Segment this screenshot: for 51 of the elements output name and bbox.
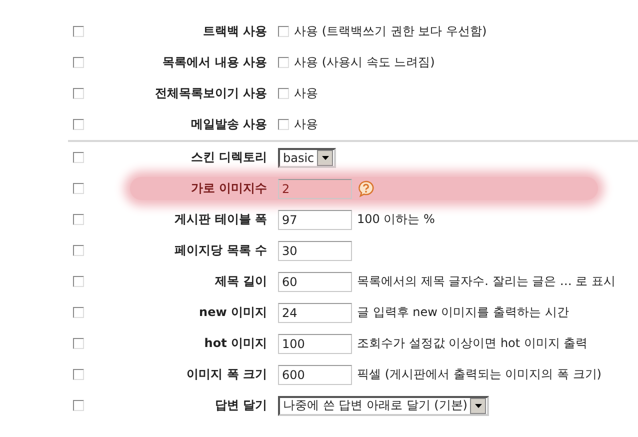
field-note: 글 입력후 new 이미지를 출력하는 시간 <box>357 304 569 321</box>
text-field[interactable]: 97 <box>278 210 352 230</box>
field-label: 페이지당 목록 수 <box>174 242 267 259</box>
checkbox[interactable] <box>73 119 84 130</box>
caret-icon <box>322 156 329 160</box>
checkbox[interactable] <box>73 88 84 99</box>
text-field[interactable]: 30 <box>278 240 352 260</box>
checkbox[interactable] <box>278 88 289 99</box>
option-label: 사용 (트랙백쓰기 권한 보다 우선함) <box>294 23 487 40</box>
option-label: 사용 (사용시 속도 느려짐) <box>294 54 435 71</box>
text-field[interactable]: 100 <box>278 334 352 354</box>
field-label: 제목 길이 <box>214 273 267 290</box>
checkbox[interactable] <box>73 276 84 287</box>
checkbox[interactable] <box>278 119 289 130</box>
field-label: 답변 달기 <box>214 397 267 414</box>
field-label: 가로 이미지수 <box>190 180 267 197</box>
checkbox[interactable] <box>278 26 289 37</box>
field-label: 전체목록보이기 사용 <box>154 85 267 102</box>
field-label: hot 이미지 <box>203 335 267 352</box>
caret-icon <box>474 404 482 408</box>
checkbox[interactable] <box>73 400 84 411</box>
text-field[interactable]: 600 <box>278 364 352 384</box>
text-field[interactable]: 2 <box>278 178 352 198</box>
field-label: 트랙백 사용 <box>202 23 267 40</box>
field-label: 게시판 테이블 폭 <box>174 211 267 228</box>
checkbox[interactable] <box>73 307 84 318</box>
checkbox[interactable] <box>73 214 84 225</box>
text-field[interactable]: 24 <box>278 302 352 322</box>
help-icon[interactable] <box>357 180 375 198</box>
field-label: 스킨 디렉토리 <box>190 149 267 166</box>
field-label: 메일발송 사용 <box>190 116 267 133</box>
option-label: 사용 <box>294 85 318 102</box>
text-field[interactable]: 60 <box>278 272 352 292</box>
dropdown[interactable]: basic <box>278 148 336 168</box>
option-label: 사용 <box>294 116 318 133</box>
checkbox[interactable] <box>73 245 84 256</box>
field-label: 이미지 폭 크기 <box>186 366 267 383</box>
dropdown[interactable]: 나중에 쓴 답변 아래로 달기 (기본) <box>278 396 490 416</box>
field-label: new 이미지 <box>198 304 267 321</box>
field-note: 100 이하는 % <box>357 211 435 228</box>
checkbox[interactable] <box>73 183 84 194</box>
checkbox[interactable] <box>73 152 84 163</box>
field-label: 목록에서 내용 사용 <box>162 54 267 71</box>
field-note: 픽셀 (게시판에서 출력되는 이미지의 폭 크기) <box>357 366 602 383</box>
field-note: 조회수가 설정값 이상이면 hot 이미지 출력 <box>357 335 588 352</box>
checkbox[interactable] <box>278 57 289 68</box>
checkbox[interactable] <box>73 26 84 37</box>
checkbox[interactable] <box>73 57 84 68</box>
field-note: 목록에서의 제목 글자수. 잘리는 글은 … 로 표시 <box>357 273 616 290</box>
checkbox[interactable] <box>73 338 84 349</box>
checkbox[interactable] <box>73 369 84 380</box>
